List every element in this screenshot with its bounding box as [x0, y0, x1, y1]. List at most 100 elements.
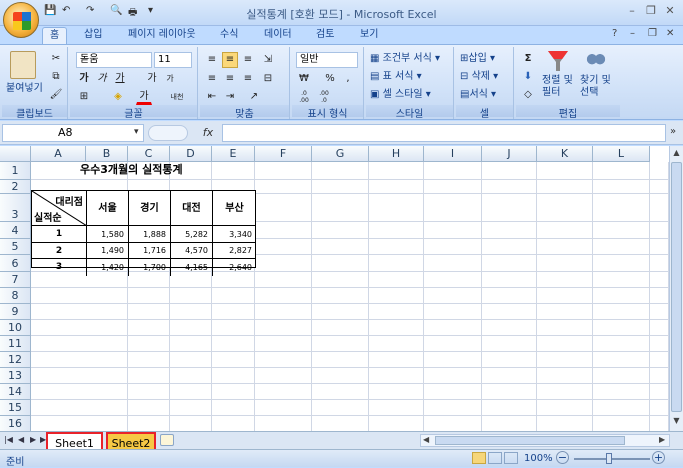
wrap-text-icon[interactable]: ⇲ [260, 52, 276, 68]
row-header[interactable]: 4 [0, 222, 31, 239]
vertical-scrollbar[interactable]: ▲ ▼ [669, 146, 683, 431]
zoom-out-icon[interactable]: − [556, 451, 569, 464]
table-header-cell[interactable]: 대전 [171, 191, 213, 226]
fill-icon[interactable]: ⬇ [520, 69, 536, 85]
column-header-d[interactable]: D [170, 146, 212, 162]
zoom-slider-thumb[interactable] [606, 453, 612, 464]
font-color-icon[interactable]: 가 [136, 89, 152, 105]
align-bottom-icon[interactable]: ≡ [240, 52, 256, 68]
horizontal-scrollbar[interactable]: ◀ ▶ [420, 434, 670, 447]
increase-indent-icon[interactable]: ⇥ [222, 89, 238, 105]
table-header-cell[interactable]: 부산 [213, 191, 256, 226]
value-cell[interactable]: 1,716 [129, 243, 171, 259]
row-header[interactable]: 14 [0, 384, 31, 400]
row-header[interactable]: 13 [0, 368, 31, 384]
paste-button[interactable]: 붙여넣기 [6, 81, 43, 97]
sort-filter-button[interactable]: 정렬 및 필터 [542, 75, 573, 98]
select-all-corner[interactable] [0, 146, 31, 162]
tab-formulas[interactable]: 수식 [218, 27, 240, 44]
delete-cells-button[interactable]: ⊟ 삭제 ▾ [460, 69, 498, 85]
increase-decimal-icon[interactable]: .0 .00 [296, 89, 312, 105]
row-header[interactable]: 8 [0, 288, 31, 304]
value-cell[interactable]: 4,165 [171, 259, 213, 276]
row-header[interactable]: 10 [0, 320, 31, 336]
percent-icon[interactable]: % [322, 71, 338, 87]
formula-expand-handle[interactable] [148, 125, 188, 141]
name-box[interactable]: A8 [2, 124, 144, 142]
value-cell[interactable]: 5,282 [171, 226, 213, 243]
italic-button[interactable]: 가 [94, 71, 110, 87]
scroll-up-icon[interactable]: ▲ [671, 148, 682, 160]
align-right-icon[interactable]: ≡ [240, 71, 256, 87]
column-header-k[interactable]: K [537, 146, 593, 162]
column-header-l[interactable]: L [593, 146, 650, 162]
scroll-right-icon[interactable]: ▶ [659, 435, 665, 444]
insert-sheet-icon[interactable] [160, 434, 174, 446]
horizontal-scroll-thumb[interactable] [435, 436, 625, 445]
row-header[interactable]: 3 [0, 194, 31, 222]
help-icon[interactable]: ? [612, 28, 617, 39]
zoom-level[interactable]: 100% [524, 453, 553, 464]
row-header[interactable]: 2 [0, 180, 31, 194]
phonetic-icon[interactable]: 내천 [166, 89, 188, 105]
column-header-e[interactable]: E [212, 146, 255, 162]
next-sheet-icon[interactable]: ▶ [30, 435, 36, 444]
rank-cell[interactable]: 1 [32, 226, 87, 243]
orientation-icon[interactable]: ↗ [242, 89, 266, 105]
close-button[interactable]: ✕ [662, 4, 678, 18]
fill-color-icon[interactable]: ◈ [110, 89, 126, 105]
column-header-b[interactable]: B [86, 146, 128, 162]
scroll-down-icon[interactable]: ▼ [671, 416, 682, 428]
workbook-minimize-button[interactable]: – [630, 28, 635, 39]
align-center-icon[interactable]: ≡ [222, 71, 238, 87]
value-cell[interactable]: 3,340 [213, 226, 256, 243]
value-cell[interactable]: 1,888 [129, 226, 171, 243]
cut-icon[interactable]: ✂ [48, 51, 64, 67]
prev-sheet-icon[interactable]: ◀ [18, 435, 24, 444]
column-header-c[interactable]: C [128, 146, 170, 162]
value-cell[interactable]: 1,420 [87, 259, 129, 276]
column-header-j[interactable]: J [482, 146, 537, 162]
comma-icon[interactable]: , [340, 71, 356, 87]
value-cell[interactable]: 1,490 [87, 243, 129, 259]
page-layout-view-icon[interactable] [488, 452, 502, 464]
value-cell[interactable]: 4,570 [171, 243, 213, 259]
tab-data[interactable]: 데이터 [262, 27, 294, 44]
grow-font-button[interactable]: 가 [144, 71, 160, 87]
row-header[interactable]: 1 [0, 162, 31, 180]
column-header-a[interactable]: A [31, 146, 86, 162]
row-header[interactable]: 9 [0, 304, 31, 320]
align-top-icon[interactable]: ≡ [204, 52, 220, 68]
row-header[interactable]: 6 [0, 255, 31, 272]
row-header[interactable]: 16 [0, 416, 31, 431]
scroll-left-icon[interactable]: ◀ [423, 435, 429, 444]
value-cell[interactable]: 1,700 [129, 259, 171, 276]
table-header-cell[interactable]: 서울 [87, 191, 129, 226]
tab-home[interactable]: 홈 [42, 27, 68, 44]
insert-function-button[interactable]: fx [196, 124, 220, 142]
zoom-in-icon[interactable]: + [652, 451, 665, 464]
formula-input[interactable] [222, 124, 666, 142]
underline-button[interactable]: 가 [112, 71, 128, 87]
row-header[interactable]: 11 [0, 336, 31, 352]
tab-insert[interactable]: 삽입 [82, 27, 104, 44]
find-select-button[interactable]: 찾기 및 선택 [580, 75, 611, 98]
column-header-g[interactable]: G [312, 146, 369, 162]
scroll-thumb[interactable] [671, 162, 682, 412]
column-header-h[interactable]: H [369, 146, 424, 162]
decrease-decimal-icon[interactable]: .00 .0 [316, 89, 332, 105]
border-icon[interactable]: ⊞ [76, 89, 92, 105]
workbook-restore-button[interactable]: ❐ [648, 28, 657, 39]
page-break-view-icon[interactable] [504, 452, 518, 464]
rank-cell[interactable]: 3 [32, 259, 87, 276]
align-middle-icon[interactable]: ≡ [222, 52, 238, 68]
tab-review[interactable]: 검토 [314, 27, 336, 44]
row-header[interactable]: 15 [0, 400, 31, 416]
currency-icon[interactable]: ₩ [296, 71, 312, 87]
workbook-close-button[interactable]: ✕ [666, 28, 674, 39]
value-cell[interactable]: 2,827 [213, 243, 256, 259]
office-button[interactable] [3, 2, 39, 38]
align-left-icon[interactable]: ≡ [204, 71, 220, 87]
decrease-indent-icon[interactable]: ⇤ [204, 89, 220, 105]
font-name-select[interactable]: 돋움 [76, 52, 152, 68]
